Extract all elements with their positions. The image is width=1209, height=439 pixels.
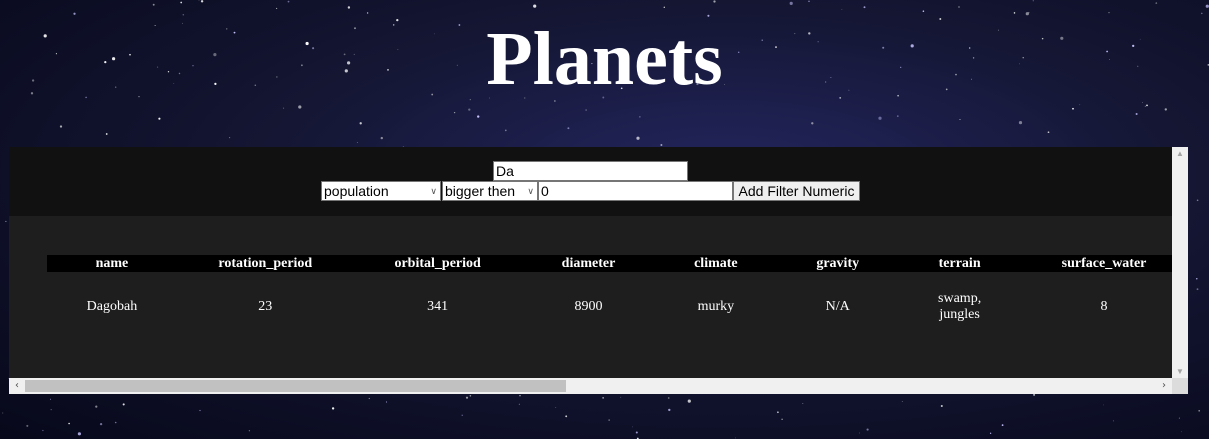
filter-controls: Da population ∨ bigger then ∨ 0 Add Filt… [9,147,1172,216]
add-filter-button[interactable]: Add Filter Numeric [733,181,860,201]
header-rotation-period: rotation_period [176,255,354,272]
value-filter-input[interactable]: 0 [538,181,733,201]
scrollbar-corner [1172,378,1188,394]
header-climate: climate [655,255,777,272]
chevron-left-icon[interactable]: ‹ [9,378,25,394]
cell-climate: murky [697,299,735,314]
header-surface-water: surface_water [1020,255,1188,272]
chevron-down-icon: ∨ [430,186,437,196]
cell-name: Dagobah [86,299,138,314]
cell-diameter: 8900 [574,299,603,314]
comparison-select-value: bigger then [445,183,516,199]
page-title: Planets [486,17,723,101]
cell-rotation-period: 23 [258,299,273,314]
table-header-row: name rotation_period orbital_period diam… [47,255,1188,272]
comparison-select[interactable]: bigger then ∨ [442,181,538,201]
cell-orbital-period: 341 [427,299,449,314]
chevron-down-icon: ∨ [527,186,534,196]
vertical-scrollbar[interactable]: ▲ ▼ [1172,147,1188,378]
header-name: name [47,255,177,272]
table-row: Dagobah 23 341 8900 murky N/A swamp, jun… [47,272,1188,342]
planets-table: name rotation_period orbital_period diam… [47,255,1188,342]
horizontal-scrollbar[interactable]: ‹ › [9,378,1172,394]
cell-surface-water: 8 [1100,299,1108,314]
header-diameter: diameter [521,255,656,272]
chevron-right-icon[interactable]: › [1156,378,1172,394]
header-terrain: terrain [899,255,1021,272]
column-select[interactable]: population ∨ [321,181,441,201]
triangle-down-icon[interactable]: ▼ [1172,367,1188,376]
header-orbital-period: orbital_period [353,255,522,272]
triangle-up-icon[interactable]: ▲ [1172,149,1188,158]
column-select-value: population [324,183,389,199]
name-filter-input[interactable]: Da [493,161,688,181]
horizontal-scroll-thumb[interactable] [25,380,566,392]
planets-panel: Da population ∨ bigger then ∨ 0 Add Filt… [9,147,1188,394]
planets-table-wrapper: name rotation_period orbital_period diam… [47,255,1188,342]
header-gravity: gravity [776,255,900,272]
cell-terrain: swamp, jungles [938,291,982,322]
cell-gravity: N/A [825,299,850,314]
